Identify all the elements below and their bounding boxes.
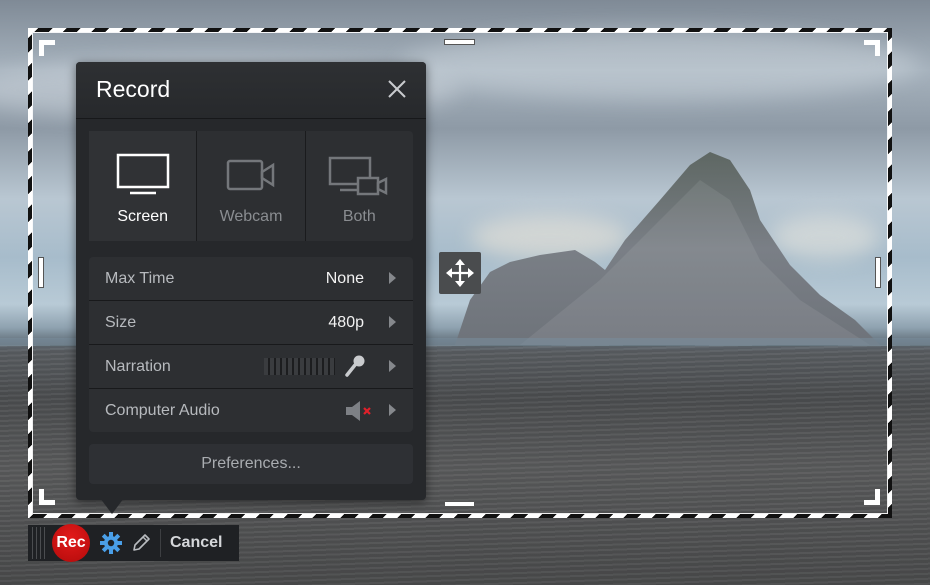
setting-narration[interactable]: Narration xyxy=(89,345,413,389)
webcam-icon xyxy=(226,159,275,191)
resize-handle-top-left[interactable] xyxy=(39,40,55,56)
panel-pointer xyxy=(100,498,124,514)
pencil-icon[interactable] xyxy=(130,532,152,554)
monitor-webcam-icon xyxy=(329,156,388,196)
setting-computer-audio[interactable]: Computer Audio xyxy=(89,389,413,432)
cancel-button[interactable]: Cancel xyxy=(170,534,222,552)
move-arrows-icon xyxy=(446,259,474,287)
setting-max-time[interactable]: Max Time None xyxy=(89,257,413,301)
setting-label: Max Time xyxy=(105,270,175,287)
recorder-toolbar: Rec Cancel xyxy=(28,524,239,562)
panel-header: Record xyxy=(76,62,426,119)
setting-value: None xyxy=(325,270,364,287)
chevron-right-icon xyxy=(389,316,396,328)
resize-handle-left[interactable] xyxy=(38,257,44,288)
resize-handle-right[interactable] xyxy=(875,257,881,288)
panel-title: Record xyxy=(96,76,171,102)
gear-icon[interactable] xyxy=(100,532,122,554)
mode-both-button[interactable]: Both xyxy=(306,131,413,241)
microphone-icon xyxy=(345,355,365,377)
setting-size[interactable]: Size 480p xyxy=(89,301,413,345)
mode-label: Screen xyxy=(117,208,169,225)
chevron-right-icon xyxy=(389,272,396,284)
setting-label: Size xyxy=(105,314,137,331)
resize-handle-bottom[interactable] xyxy=(444,501,475,507)
speaker-muted-icon xyxy=(346,401,371,421)
record-button[interactable]: Rec xyxy=(52,524,90,562)
resize-handle-top-right[interactable] xyxy=(864,40,880,56)
mode-screen-button[interactable]: Screen xyxy=(89,131,198,241)
resize-handle-bottom-right[interactable] xyxy=(864,489,880,505)
record-settings-list: Max Time None Size 480p Narration Comput… xyxy=(89,257,413,432)
setting-value: 480p xyxy=(328,314,364,331)
audio-level-meter xyxy=(264,358,335,375)
mode-webcam-button[interactable]: Webcam xyxy=(197,131,306,241)
resize-handle-bottom-left[interactable] xyxy=(39,489,55,505)
preferences-button[interactable]: Preferences... xyxy=(89,444,413,484)
setting-label: Computer Audio xyxy=(105,402,220,419)
chevron-right-icon xyxy=(389,360,396,372)
mode-label: Webcam xyxy=(219,208,283,225)
resize-handle-top[interactable] xyxy=(444,39,475,45)
record-panel: Record Screen Webcam Both Max Time None … xyxy=(76,62,426,500)
close-icon xyxy=(388,80,406,98)
close-button[interactable] xyxy=(386,78,408,100)
chevron-right-icon xyxy=(389,404,396,416)
toolbar-divider xyxy=(160,529,161,557)
move-region-handle[interactable] xyxy=(439,252,481,294)
record-mode-selector: Screen Webcam Both xyxy=(89,131,413,241)
setting-label: Narration xyxy=(105,358,171,375)
monitor-icon xyxy=(116,153,169,195)
drag-grip-handle[interactable] xyxy=(32,527,46,559)
mode-label: Both xyxy=(342,208,376,225)
